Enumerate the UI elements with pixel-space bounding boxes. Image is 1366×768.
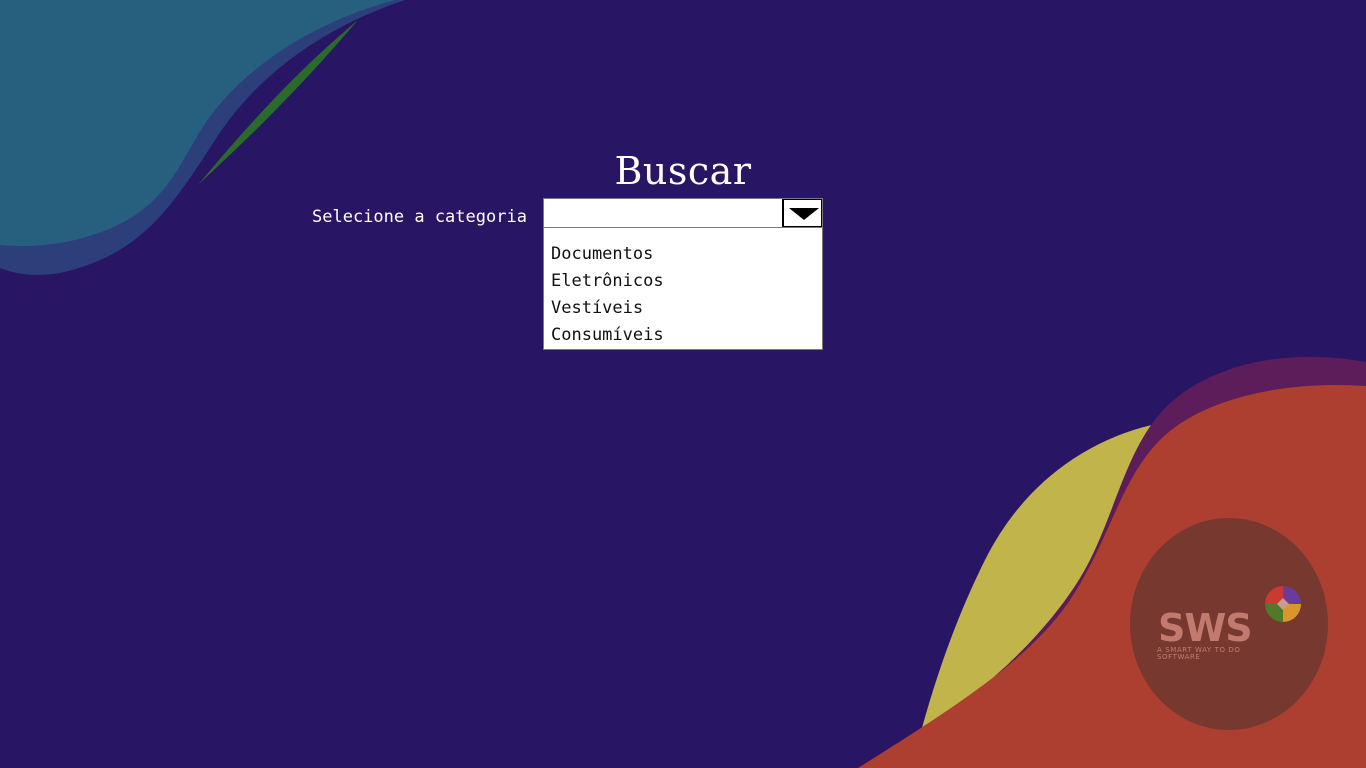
page-title: Buscar xyxy=(614,149,752,194)
sws-logo: SWS A SMART WAY TO DO SOFTWARE xyxy=(1130,518,1328,730)
four-color-diamond-icon xyxy=(1265,586,1301,622)
dropdown-option-documentos[interactable]: Documentos xyxy=(544,241,822,268)
dropdown-option-consumiveis[interactable]: Consumíveis xyxy=(544,322,822,349)
dropdown-option-eletronicos[interactable]: Eletrônicos xyxy=(544,268,822,295)
category-dropdown-button[interactable] xyxy=(782,199,822,227)
category-dropdown-list[interactable]: Documentos Eletrônicos Vestíveis Consumí… xyxy=(543,227,823,350)
logo-text: SWS xyxy=(1158,606,1253,650)
category-label: Selecione a categoria xyxy=(312,207,527,227)
chevron-down-icon xyxy=(789,208,819,220)
category-select[interactable] xyxy=(543,198,823,228)
dropdown-option-vestiveis[interactable]: Vestíveis xyxy=(544,295,822,322)
logo-tagline: A SMART WAY TO DO SOFTWARE xyxy=(1157,646,1241,661)
app-window: Buscar Selecione a categoria Documentos … xyxy=(0,0,1366,768)
